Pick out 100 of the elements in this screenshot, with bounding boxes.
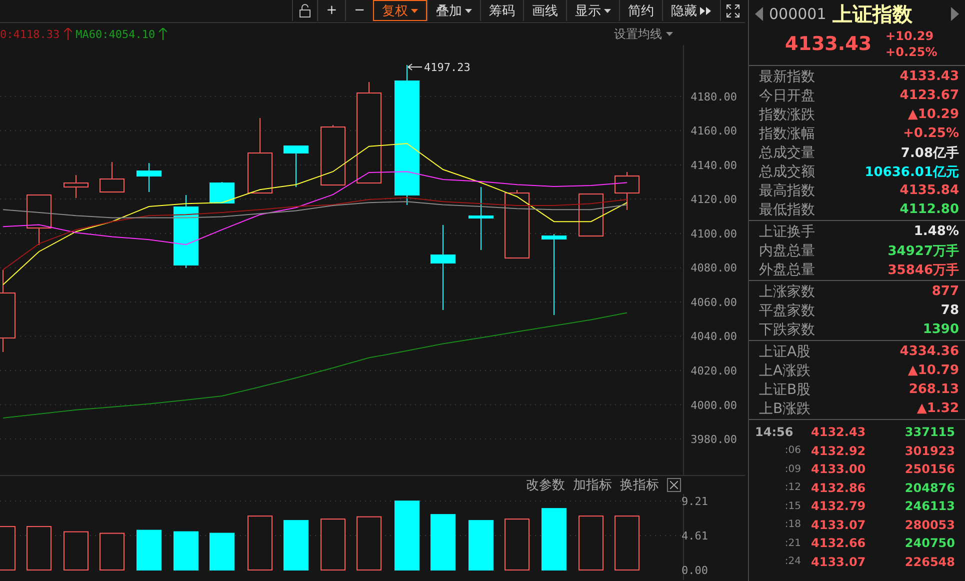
stat-label: 外盘总量 bbox=[759, 260, 815, 278]
up-arrow-icon bbox=[64, 28, 72, 40]
toolbar-button[interactable]: − bbox=[345, 0, 373, 21]
volume-bar bbox=[468, 520, 494, 570]
toolbar-button[interactable]: 叠加 bbox=[427, 0, 480, 21]
candlestick bbox=[578, 194, 604, 236]
caret-icon bbox=[465, 8, 472, 12]
volume-bar bbox=[136, 530, 162, 570]
tick-price: 4132.86 bbox=[811, 480, 867, 495]
current-price: 4133.43 bbox=[785, 33, 872, 55]
previous-arrow-icon[interactable] bbox=[755, 7, 763, 21]
toolbar-button[interactable]: + bbox=[317, 0, 346, 21]
close-button[interactable] bbox=[667, 478, 681, 492]
high-price-label: 4197.23 bbox=[424, 61, 470, 74]
candlestick bbox=[284, 146, 308, 188]
stat-value: 268.13 bbox=[908, 382, 959, 397]
axis-label: 4080.00 bbox=[690, 262, 737, 275]
tick-volume: 240750 bbox=[904, 536, 955, 550]
axis-label: 4160.00 bbox=[690, 124, 737, 138]
double-arrow-icon bbox=[700, 6, 712, 14]
volume-bar bbox=[430, 514, 456, 570]
tick-time: :21 bbox=[784, 538, 802, 549]
volume-bar bbox=[504, 518, 530, 570]
tick-volume: 204876 bbox=[904, 480, 955, 495]
candlestick bbox=[100, 162, 124, 192]
tick-time: :06 bbox=[784, 445, 802, 456]
stat-label: 总成交额 bbox=[759, 162, 815, 180]
stat-value: 78 bbox=[940, 303, 959, 318]
tick-price: 4132.43 bbox=[811, 425, 867, 440]
stat-label: 上证A股 bbox=[759, 342, 811, 360]
padlock-icon bbox=[298, 4, 312, 18]
candlestick bbox=[136, 162, 162, 192]
axis-label: 4140.00 bbox=[690, 158, 737, 172]
stat-value: 877 bbox=[932, 284, 959, 299]
stat-label: 下跌家数 bbox=[759, 320, 815, 338]
next-arrow-icon[interactable] bbox=[951, 7, 959, 21]
tick-time: :09 bbox=[784, 464, 802, 475]
axis-label: 4100.00 bbox=[690, 227, 737, 240]
toolbar-button[interactable]: 隐藏 bbox=[662, 0, 720, 21]
tick-volume: 226548 bbox=[904, 554, 955, 569]
stat-value: 34927万手 bbox=[888, 242, 959, 260]
tick-volume: 280053 bbox=[904, 518, 955, 532]
tick-price: 4132.66 bbox=[811, 536, 867, 550]
axis-label: 4040.00 bbox=[690, 330, 737, 344]
indicator-action-link[interactable]: 改参数 bbox=[526, 476, 565, 494]
volume-bar bbox=[320, 518, 346, 570]
caret-icon bbox=[604, 8, 611, 12]
tick-time: :12 bbox=[784, 482, 802, 494]
tick-volume: 301923 bbox=[904, 444, 955, 458]
toolbar-button[interactable]: 简约 bbox=[619, 0, 662, 21]
stat-value: 4334.36 bbox=[900, 344, 959, 359]
stat-label: 上证换手 bbox=[759, 222, 815, 240]
tick-time: :24 bbox=[784, 556, 802, 568]
indicator-action-link[interactable]: 加指标 bbox=[573, 476, 612, 494]
tick-price: 4132.92 bbox=[811, 444, 867, 458]
index-name: 上证指数 bbox=[832, 0, 914, 28]
volume-bar bbox=[394, 500, 420, 570]
stat-label: 最高指数 bbox=[759, 182, 815, 200]
tick-price: 4133.00 bbox=[811, 462, 867, 476]
stat-label: 最新指数 bbox=[759, 68, 815, 86]
toolbar-button[interactable]: 画线 bbox=[523, 0, 566, 21]
toolbar-button[interactable]: 显示 bbox=[566, 0, 619, 21]
indicator-action-link[interactable]: 换指标 bbox=[620, 476, 659, 494]
legend-label: MA60:4054.10 bbox=[76, 28, 156, 40]
axis-label: 4180.00 bbox=[690, 90, 737, 104]
stat-value: 1390 bbox=[922, 322, 959, 337]
stat-value: 10636.01亿元 bbox=[864, 164, 959, 180]
stat-value: 35846万手 bbox=[888, 262, 959, 278]
axis-label: 9.21 bbox=[682, 495, 708, 508]
volume-bar bbox=[174, 531, 198, 570]
toolbar-button[interactable]: 筹码 bbox=[480, 0, 523, 21]
volume-bar bbox=[100, 532, 124, 570]
percent-change: +0.25% bbox=[886, 44, 938, 60]
stat-label: 内盘总量 bbox=[759, 242, 815, 260]
stat-label: 最低指数 bbox=[759, 200, 815, 218]
axis-label: 4120.00 bbox=[690, 193, 737, 206]
axis-label: 4020.00 bbox=[690, 364, 737, 378]
volume-bar bbox=[578, 516, 604, 570]
stat-label: 上涨家数 bbox=[759, 282, 815, 300]
close-icon bbox=[670, 481, 678, 489]
leader-arrow-icon bbox=[408, 64, 422, 70]
stat-label: 总成交量 bbox=[759, 144, 815, 162]
price-change: +10.29 bbox=[886, 28, 935, 44]
stat-value: ▲10.79 bbox=[908, 363, 959, 378]
caret-icon bbox=[411, 8, 418, 12]
stat-value: 7.08亿手 bbox=[900, 144, 959, 162]
toolbar-button[interactable]: 复权 bbox=[373, 0, 427, 21]
stat-value: 4135.84 bbox=[900, 183, 959, 198]
axis-label: 0.00 bbox=[682, 564, 708, 577]
axis-label: 4000.00 bbox=[690, 398, 737, 412]
axis-label: 4060.00 bbox=[690, 296, 737, 309]
stat-value: 4133.43 bbox=[900, 69, 959, 84]
volume-bar bbox=[210, 532, 234, 570]
stat-label: 指数涨跌 bbox=[759, 106, 815, 124]
tick-price: 4133.07 bbox=[811, 554, 867, 569]
stat-label: 上A涨跌 bbox=[759, 362, 811, 380]
axis-label: 3980.00 bbox=[690, 433, 737, 446]
settings-link[interactable]: 设置均线 bbox=[614, 26, 662, 42]
volume-bar bbox=[356, 516, 382, 570]
volume-bar bbox=[614, 516, 640, 570]
